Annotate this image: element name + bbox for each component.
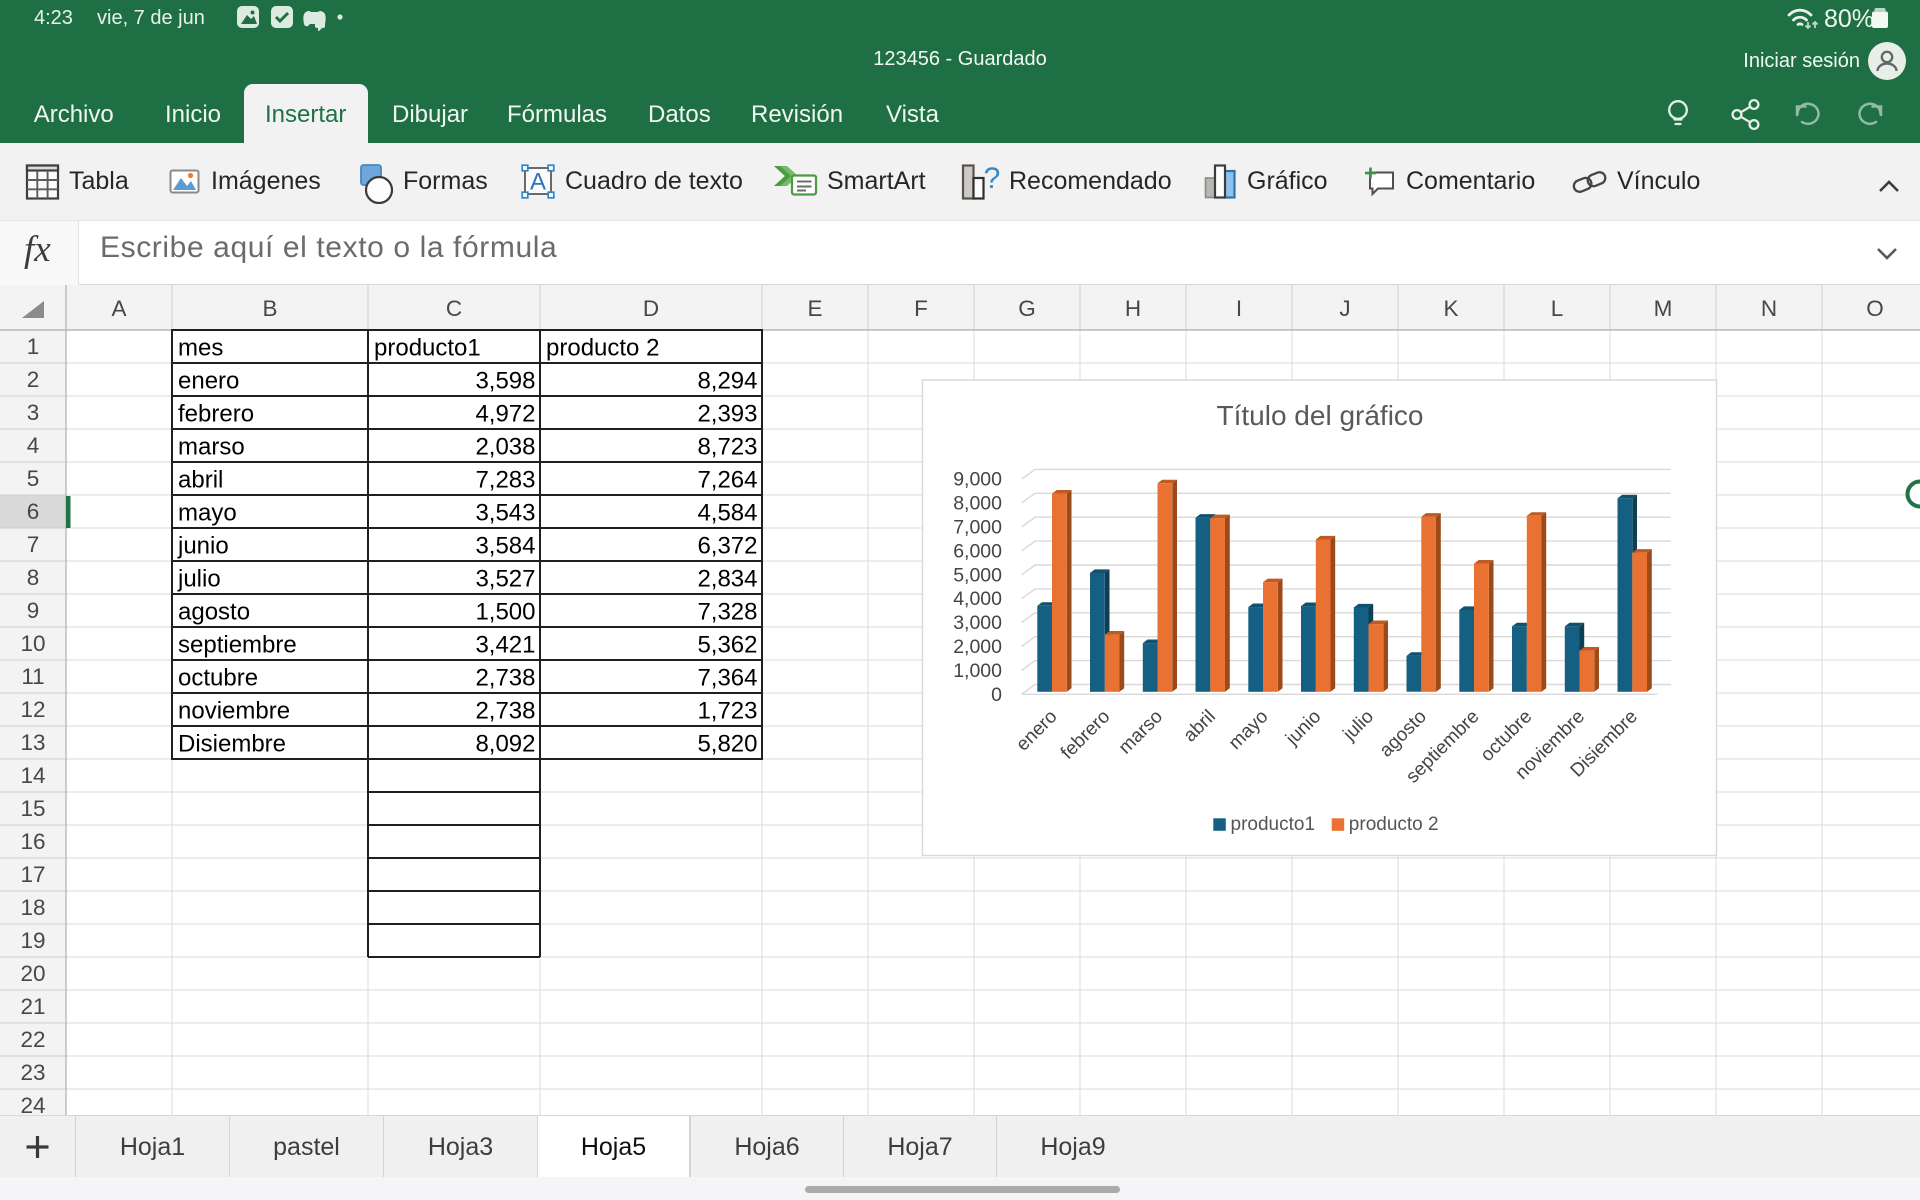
svg-text:7,328: 7,328 <box>697 599 757 626</box>
svg-text:N: N <box>1761 296 1777 321</box>
svg-text:5,362: 5,362 <box>697 632 757 659</box>
svg-text:11: 11 <box>21 664 44 689</box>
svg-text:J: J <box>1339 296 1350 321</box>
svg-text:8,092: 8,092 <box>475 731 535 758</box>
svg-text:18: 18 <box>20 895 45 920</box>
svg-text:3,527: 3,527 <box>475 566 535 593</box>
svg-text:7,264: 7,264 <box>697 467 757 494</box>
svg-text:F: F <box>914 296 928 321</box>
svg-text:6: 6 <box>27 499 40 524</box>
svg-text:6,000: 6,000 <box>953 540 1002 562</box>
svg-text:enero: enero <box>178 368 239 395</box>
svg-text:20: 20 <box>20 961 45 986</box>
svg-text:julio: julio <box>177 566 221 593</box>
svg-text:I: I <box>1236 296 1242 321</box>
svg-text:?: ? <box>984 164 1000 195</box>
svg-text:3,000: 3,000 <box>953 612 1002 634</box>
svg-text:producto1: producto1 <box>1231 814 1316 835</box>
svg-text:K: K <box>1443 296 1458 321</box>
svg-text:septiembre: septiembre <box>178 632 297 659</box>
svg-text:15: 15 <box>20 796 45 821</box>
svg-text:8,000: 8,000 <box>953 493 1002 515</box>
svg-text:16: 16 <box>20 829 45 854</box>
svg-text:B: B <box>262 296 277 321</box>
svg-text:6,372: 6,372 <box>697 533 757 560</box>
svg-text:producto 2: producto 2 <box>1349 814 1439 835</box>
svg-text:4,972: 4,972 <box>475 401 535 428</box>
svg-text:19: 19 <box>20 928 45 953</box>
svg-text:9: 9 <box>27 598 40 623</box>
svg-text:A: A <box>530 169 546 196</box>
svg-text:4,584: 4,584 <box>697 500 757 527</box>
svg-text:marso: marso <box>178 434 245 461</box>
svg-text:23: 23 <box>20 1060 45 1085</box>
svg-text:1,000: 1,000 <box>953 660 1002 682</box>
svg-text:O: O <box>1866 296 1884 321</box>
svg-text:10: 10 <box>20 631 45 656</box>
svg-text:H: H <box>1125 296 1141 321</box>
svg-text:2,834: 2,834 <box>697 566 757 593</box>
svg-text:3: 3 <box>27 400 40 425</box>
svg-text:D: D <box>643 296 659 321</box>
svg-text:4,000: 4,000 <box>953 588 1002 610</box>
svg-text:17: 17 <box>20 862 45 887</box>
svg-text:7: 7 <box>27 532 40 557</box>
svg-text:7,000: 7,000 <box>953 517 1002 539</box>
svg-text:13: 13 <box>20 730 45 755</box>
svg-text:M: M <box>1654 296 1673 321</box>
svg-text:4: 4 <box>27 433 40 458</box>
svg-text:7,283: 7,283 <box>475 467 535 494</box>
svg-text:3,421: 3,421 <box>475 632 535 659</box>
svg-text:5,000: 5,000 <box>953 564 1002 586</box>
svg-text:febrero: febrero <box>178 401 254 428</box>
svg-text:3,584: 3,584 <box>475 533 535 560</box>
svg-text:2,393: 2,393 <box>697 401 757 428</box>
svg-text:producto 2: producto 2 <box>546 335 659 362</box>
svg-text:Título del gráfico: Título del gráfico <box>1217 400 1424 431</box>
svg-text:agosto: agosto <box>178 599 250 626</box>
svg-text:9,000: 9,000 <box>953 469 1002 491</box>
svg-text:octubre: octubre <box>178 665 258 692</box>
svg-text:5,820: 5,820 <box>697 731 757 758</box>
svg-text:noviembre: noviembre <box>178 698 290 725</box>
svg-text:L: L <box>1551 296 1564 321</box>
svg-text:2,738: 2,738 <box>475 665 535 692</box>
svg-text:1: 1 <box>27 334 40 359</box>
svg-text:2,000: 2,000 <box>953 636 1002 658</box>
svg-text:8,294: 8,294 <box>697 368 757 395</box>
svg-text:G: G <box>1018 296 1036 321</box>
svg-text:producto1: producto1 <box>374 335 481 362</box>
svg-text:7,364: 7,364 <box>697 665 757 692</box>
svg-text:1,500: 1,500 <box>475 599 535 626</box>
svg-text:0: 0 <box>991 684 1002 706</box>
svg-text:5: 5 <box>27 466 40 491</box>
svg-text:C: C <box>446 296 462 321</box>
svg-text:12: 12 <box>20 697 45 722</box>
svg-text:2,038: 2,038 <box>475 434 535 461</box>
svg-text:24: 24 <box>20 1093 45 1115</box>
svg-text:2,738: 2,738 <box>475 698 535 725</box>
svg-text:mes: mes <box>178 335 223 362</box>
svg-text:mayo: mayo <box>178 500 237 527</box>
svg-text:3,543: 3,543 <box>475 500 535 527</box>
svg-text:A: A <box>111 296 126 321</box>
svg-text:8: 8 <box>27 565 40 590</box>
svg-text:3,598: 3,598 <box>475 368 535 395</box>
svg-text:22: 22 <box>20 1027 45 1052</box>
svg-text:21: 21 <box>20 994 45 1019</box>
svg-text:2: 2 <box>27 367 40 392</box>
svg-text:E: E <box>807 296 822 321</box>
svg-text:1,723: 1,723 <box>697 698 757 725</box>
svg-text:8,723: 8,723 <box>697 434 757 461</box>
svg-text:abril: abril <box>178 467 223 494</box>
svg-text:14: 14 <box>20 763 45 788</box>
svg-text:junio: junio <box>177 533 229 560</box>
svg-text:Disiembre: Disiembre <box>178 731 286 758</box>
